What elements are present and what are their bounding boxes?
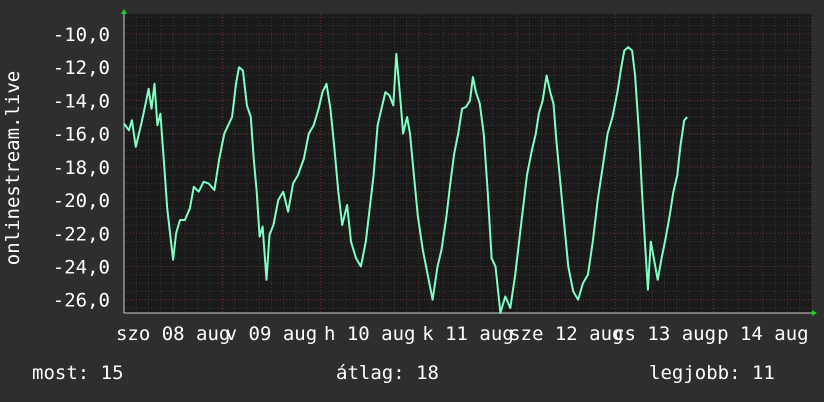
- y-tick-label: -10,0: [53, 24, 110, 46]
- x-tick-label: h 10 aug: [324, 323, 416, 345]
- x-tick-label: v 09 aug: [226, 323, 318, 345]
- current-value: most: 15: [32, 362, 124, 384]
- max-value: legjobb: 11: [649, 362, 775, 384]
- x-tick-label: p 14 aug: [717, 323, 809, 345]
- y-tick-label: -26,0: [53, 290, 110, 312]
- plot-background: [124, 14, 812, 313]
- y-axis-label: onlinestream.live: [2, 71, 24, 265]
- y-tick-label: -16,0: [53, 124, 110, 146]
- y-tick-labels: -10,0 -12,0 -14,0 -16,0 -18,0 -20,0 -22,0 -24,0…: [53, 24, 110, 312]
- y-tick-label: -14,0: [53, 90, 110, 112]
- x-tick-label: cs 13 aug: [613, 323, 716, 345]
- y-tick-label: -18,0: [53, 157, 110, 179]
- x-tick-labels: szo 08 augv 09 aug h 10 aug k 11 augsze 12…: [116, 323, 809, 345]
- y-tick-label: -12,0: [53, 57, 110, 79]
- y-tick-label: -22,0: [53, 223, 110, 245]
- x-tick-label: sze 12 aug: [509, 323, 623, 345]
- average-value: átlag: 18: [336, 362, 439, 384]
- x-tick-label: k 11 aug: [422, 323, 514, 345]
- y-tick-label: -24,0: [53, 256, 110, 278]
- chart: -10,0 -12,0 -14,0 -16,0 -18,0 -20,0 -22,0 -24,0…: [2, 9, 817, 345]
- y-axis-arrow: [121, 9, 127, 14]
- x-tick-label: szo 08 aug: [116, 323, 230, 345]
- x-axis-arrow: [812, 310, 817, 316]
- y-tick-label: -20,0: [53, 190, 110, 212]
